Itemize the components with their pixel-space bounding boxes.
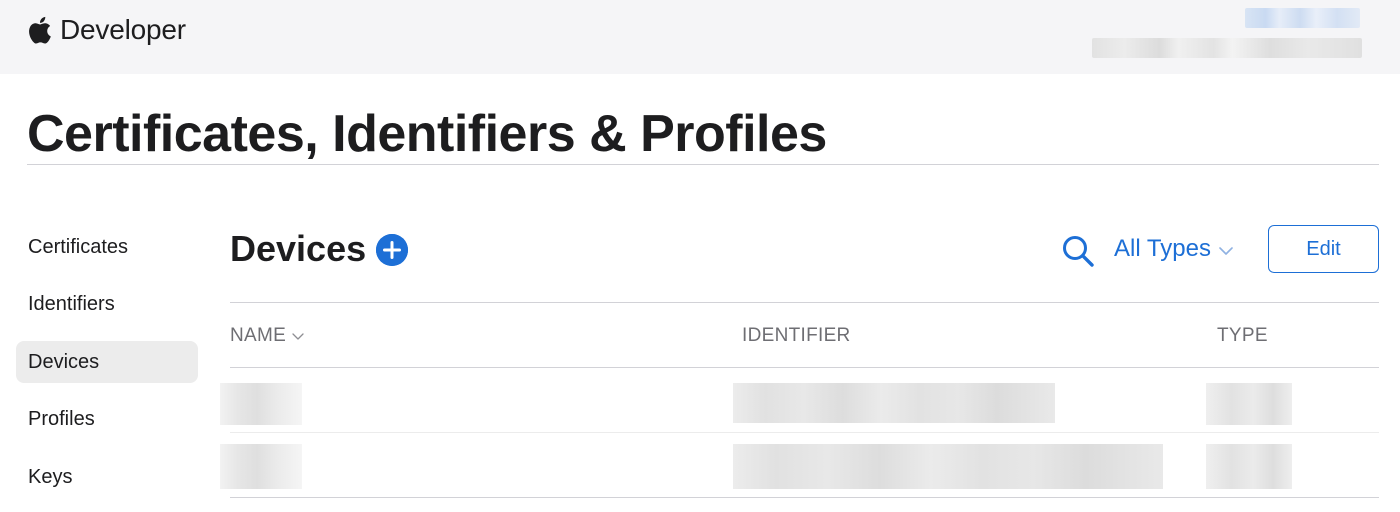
column-header-type: TYPE	[1217, 325, 1268, 347]
column-header-identifier-label: IDENTIFIER	[742, 325, 851, 346]
apple-logo-icon	[26, 14, 52, 46]
section-header: Devices	[230, 228, 409, 270]
search-button[interactable]	[1060, 233, 1096, 269]
redacted-device-identifier	[733, 383, 1055, 423]
sidebar-item-identifiers[interactable]: Identifiers	[16, 284, 198, 326]
global-header: Developer	[0, 0, 1400, 74]
add-device-button[interactable]	[376, 234, 409, 266]
sidebar-item-certificates[interactable]: Certificates	[16, 226, 198, 268]
page-title: Certificates, Identifiers & Profiles	[27, 105, 827, 163]
sidebar-item-profiles[interactable]: Profiles	[16, 399, 198, 441]
redacted-device-name	[220, 383, 302, 425]
sidebar-nav: Certificates Identifiers Devices Profile…	[16, 226, 198, 512]
table-header-divider	[230, 367, 1379, 368]
chevron-down-icon	[1219, 246, 1233, 255]
redacted-team-name[interactable]	[1092, 38, 1362, 58]
type-filter-dropdown[interactable]: All Types	[1114, 235, 1233, 263]
table-bottom-divider	[230, 497, 1379, 498]
table-top-divider	[230, 302, 1379, 303]
sidebar-item-keys[interactable]: Keys	[16, 456, 198, 498]
brand-name: Developer	[60, 14, 186, 45]
column-header-identifier: IDENTIFIER	[742, 325, 851, 347]
search-icon	[1063, 236, 1094, 267]
redacted-device-type	[1206, 444, 1292, 489]
title-divider	[27, 164, 1379, 165]
column-header-name-label: NAME	[230, 325, 287, 346]
edit-button[interactable]: Edit	[1268, 225, 1379, 273]
redacted-device-identifier	[733, 444, 1163, 489]
sort-chevron-icon	[292, 332, 304, 340]
table-row-divider	[230, 432, 1379, 433]
sidebar-item-devices[interactable]: Devices	[16, 341, 198, 383]
column-header-type-label: TYPE	[1217, 325, 1268, 346]
redacted-device-name	[220, 444, 302, 489]
section-title: Devices	[230, 228, 367, 269]
plus-circle-icon	[376, 234, 409, 266]
column-header-name[interactable]: NAME	[230, 325, 304, 347]
redacted-device-type	[1206, 383, 1292, 425]
developer-home-link[interactable]: Developer	[26, 14, 186, 46]
type-filter-label: All Types	[1114, 235, 1211, 262]
redacted-account-name[interactable]	[1245, 8, 1360, 28]
